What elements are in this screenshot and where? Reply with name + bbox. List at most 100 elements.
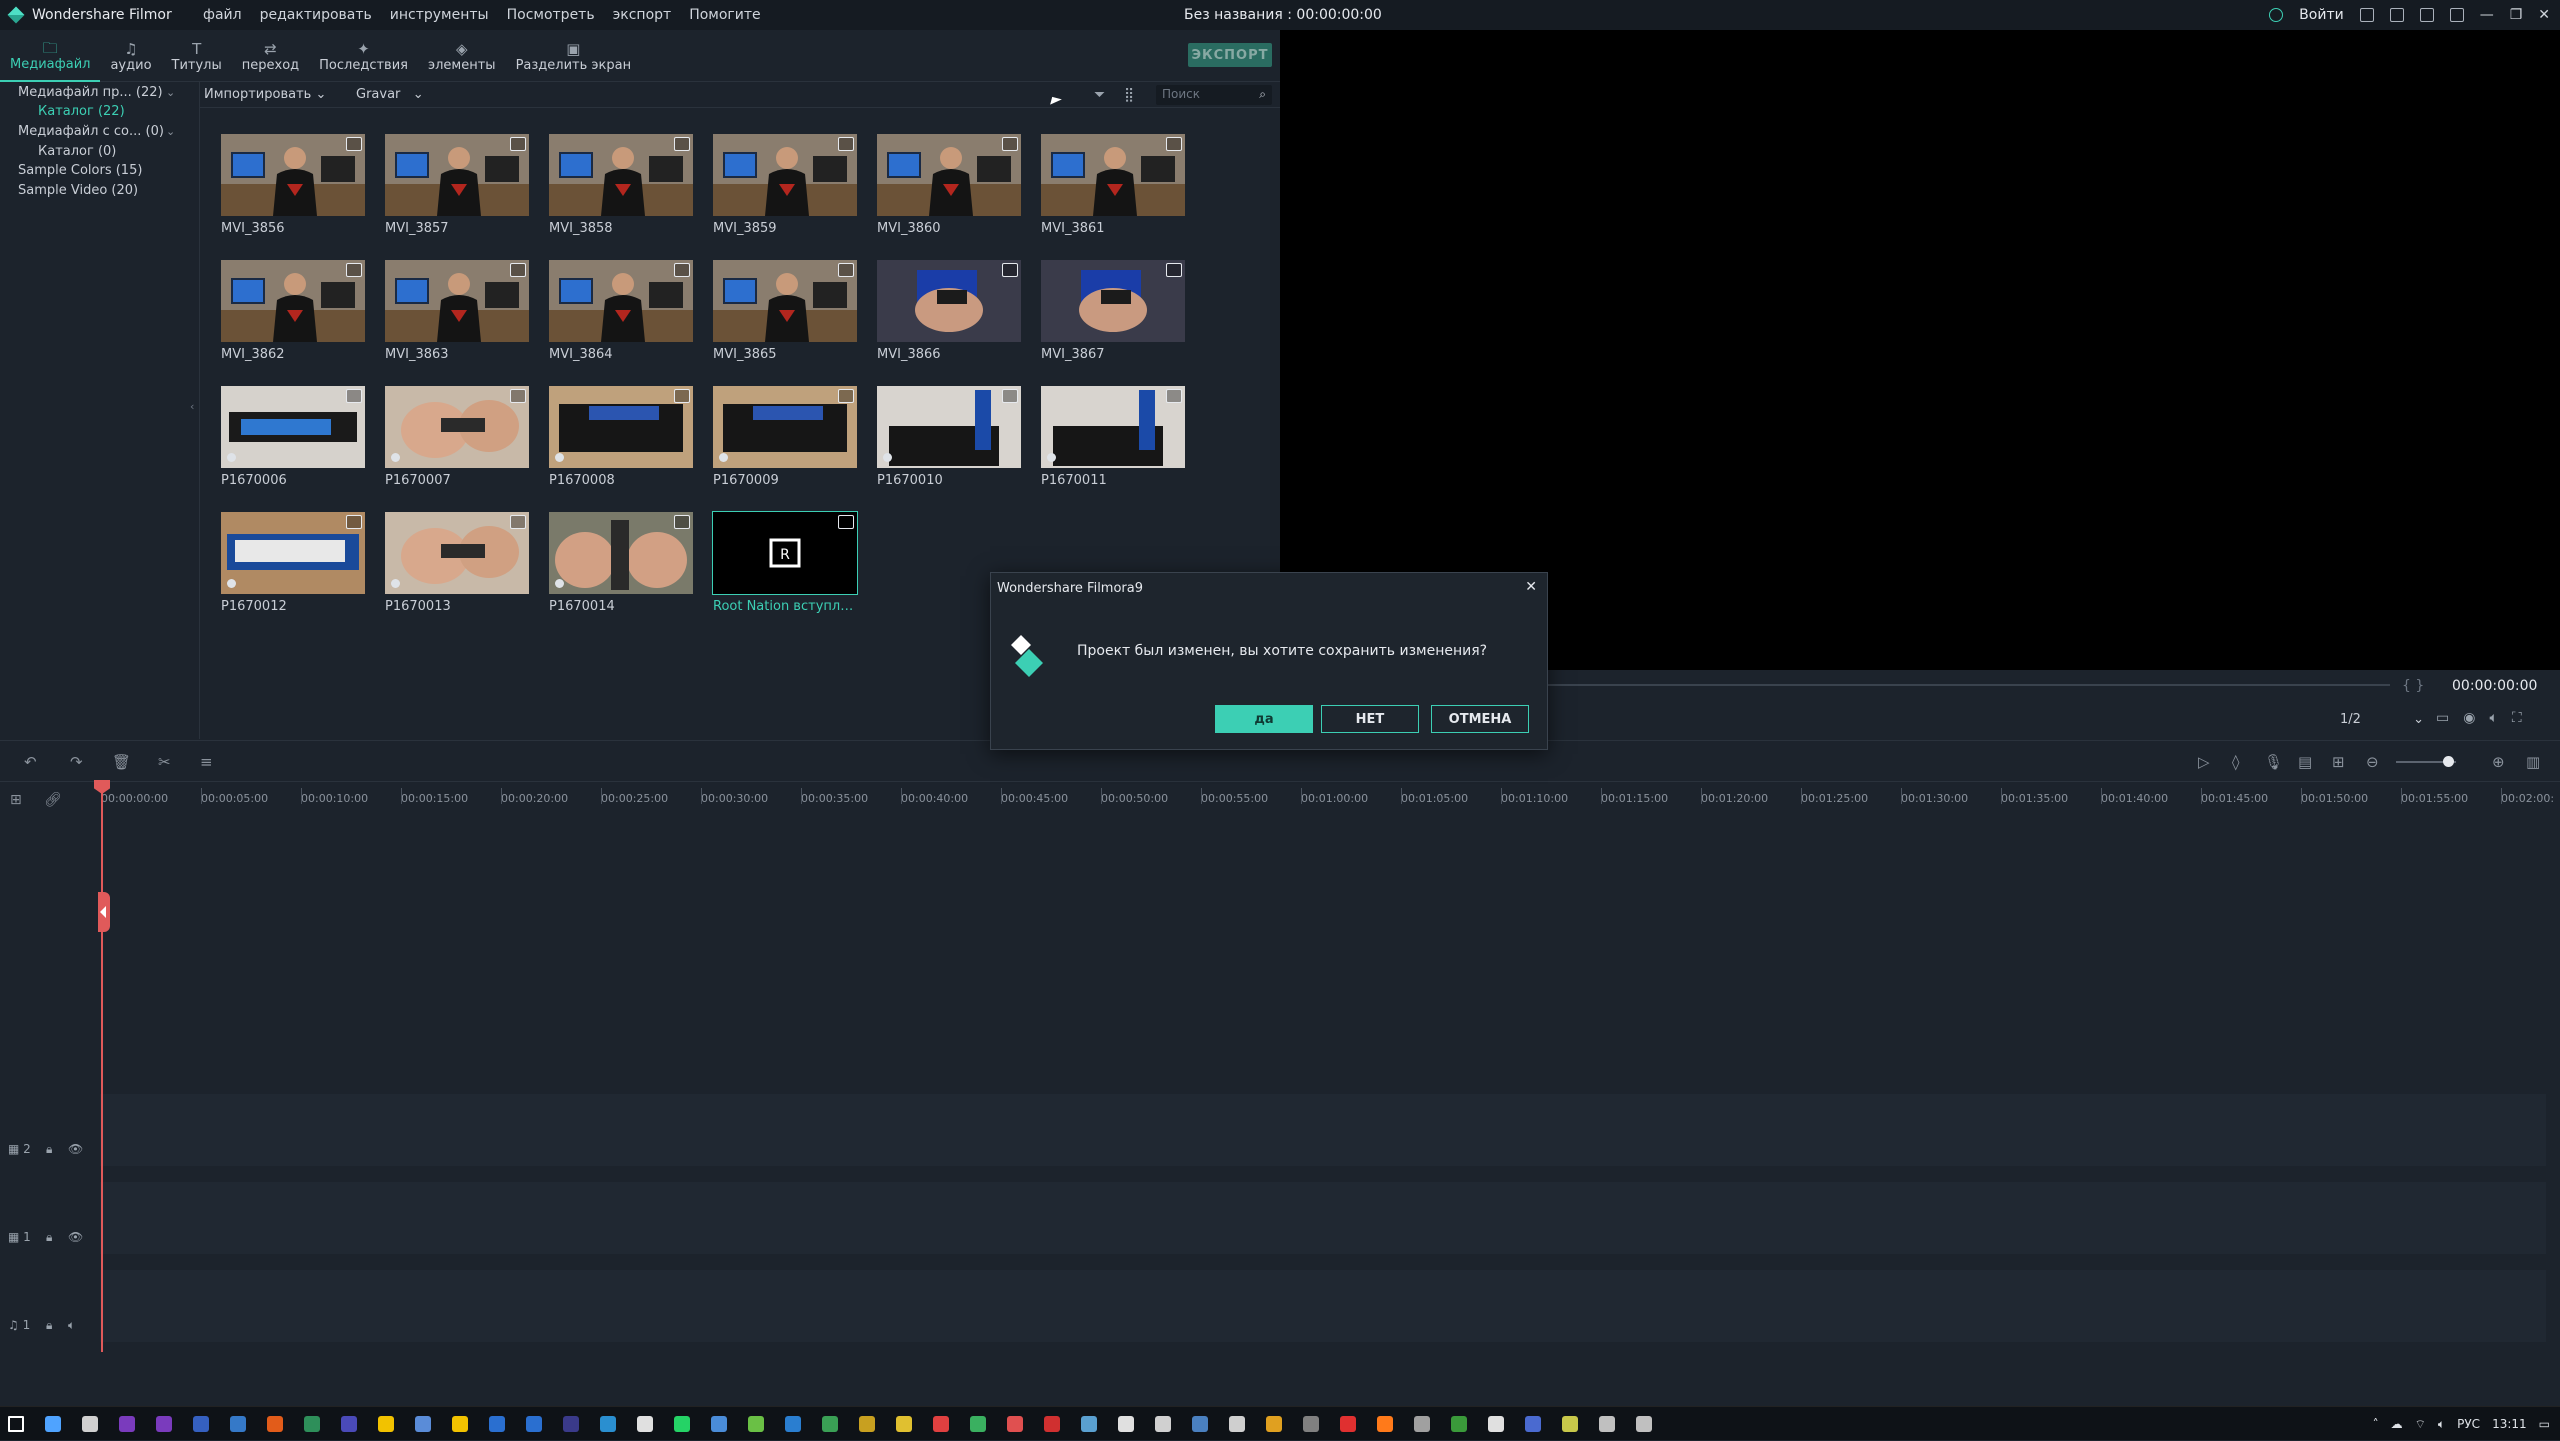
taskbar-app-icon[interactable] bbox=[230, 1416, 246, 1432]
media-clip[interactable]: MVI_3857 bbox=[385, 134, 529, 236]
zoom-slider-knob[interactable] bbox=[2443, 756, 2454, 767]
audio-track-1[interactable] bbox=[100, 1270, 2546, 1342]
lock-icon[interactable]: 🔒︎ bbox=[46, 1142, 52, 1157]
dialog-close-icon[interactable]: ✕ bbox=[1525, 579, 1537, 595]
taskbar-app-icon[interactable] bbox=[1192, 1416, 1208, 1432]
taskbar-app-icon[interactable] bbox=[304, 1416, 320, 1432]
tab-titles[interactable]: T Титулы bbox=[162, 30, 232, 82]
media-clip[interactable]: MVI_3864 bbox=[549, 260, 693, 362]
media-clip[interactable]: P1670007 bbox=[385, 386, 529, 488]
taskbar-app-icon[interactable] bbox=[1340, 1416, 1356, 1432]
record-dropdown[interactable]: Gravar ⌄ bbox=[356, 87, 424, 102]
filter-icon[interactable]: ⏷ bbox=[1094, 87, 1105, 103]
yes-button[interactable]: да bbox=[1215, 705, 1313, 733]
taskbar-app-icon[interactable] bbox=[896, 1416, 912, 1432]
minimize-button[interactable]: — bbox=[2480, 7, 2494, 23]
taskbar-app-icon[interactable] bbox=[526, 1416, 542, 1432]
search-icon[interactable]: ⌕ bbox=[1259, 87, 1266, 102]
media-clip[interactable]: P1670006 bbox=[221, 386, 365, 488]
media-clip[interactable]: R Root Nation вступлени... bbox=[712, 511, 858, 614]
playhead[interactable] bbox=[101, 782, 103, 1396]
taskbar-app-icon[interactable] bbox=[674, 1416, 690, 1432]
library-item-folder-empty[interactable]: Каталог (0) bbox=[38, 144, 116, 159]
export-button[interactable]: ЭКСПОРТ bbox=[1188, 43, 1272, 67]
media-clip[interactable]: MVI_3863 bbox=[385, 260, 529, 362]
snapshot-icon[interactable]: ⊞ bbox=[2332, 753, 2345, 771]
taskbar-app-icon[interactable] bbox=[193, 1416, 209, 1432]
taskbar-app-icon[interactable] bbox=[1229, 1416, 1245, 1432]
volume-icon[interactable]: 🔈︎ bbox=[2489, 710, 2497, 726]
taskbar-app-icon[interactable] bbox=[415, 1416, 431, 1432]
library-item-sample-colors[interactable]: Sample Colors (15) bbox=[18, 163, 142, 178]
media-clip[interactable]: P1670010 bbox=[877, 386, 1021, 488]
media-clip[interactable]: P1670011 bbox=[1041, 386, 1185, 488]
media-clip[interactable]: MVI_3859 bbox=[713, 134, 857, 236]
taskbar-app-icon[interactable] bbox=[119, 1416, 135, 1432]
lock-icon[interactable]: 🔒︎ bbox=[46, 1230, 52, 1245]
taskbar-app-icon[interactable] bbox=[1155, 1416, 1171, 1432]
taskbar-app-icon[interactable] bbox=[82, 1416, 98, 1432]
volume-icon[interactable]: 🔈︎ bbox=[2438, 1417, 2445, 1432]
cut-icon[interactable]: ✂︎ bbox=[158, 753, 171, 771]
taskbar-app-icon[interactable] bbox=[341, 1416, 357, 1432]
taskbar-app-icon[interactable] bbox=[1118, 1416, 1134, 1432]
menu-file[interactable]: файл bbox=[194, 7, 251, 23]
download-icon[interactable] bbox=[2449, 8, 2464, 22]
taskbar-app-icon[interactable] bbox=[711, 1416, 727, 1432]
media-clip[interactable]: MVI_3856 bbox=[221, 134, 365, 236]
tray-chevron-icon[interactable]: ˄ bbox=[2373, 1417, 2379, 1431]
info-icon[interactable] bbox=[2269, 8, 2284, 22]
zoom-in-icon[interactable]: ⊕ bbox=[2492, 753, 2505, 771]
cart-icon[interactable] bbox=[2359, 8, 2374, 22]
display-icon[interactable]: ▭ bbox=[2436, 710, 2449, 726]
notifications-icon[interactable]: ▭ bbox=[2539, 1417, 2550, 1431]
taskbar-app-icon[interactable] bbox=[8, 1416, 24, 1432]
network-icon[interactable]: ☁ bbox=[2391, 1417, 2403, 1431]
media-clip[interactable]: MVI_3860 bbox=[877, 134, 1021, 236]
tab-audio[interactable]: ♫ аудио bbox=[100, 30, 161, 82]
taskbar-app-icon[interactable] bbox=[267, 1416, 283, 1432]
media-clip[interactable]: P1670009 bbox=[713, 386, 857, 488]
language-indicator[interactable]: РУС bbox=[2457, 1417, 2480, 1431]
eye-icon[interactable]: 👁︎ bbox=[68, 1230, 83, 1244]
menu-tools[interactable]: инструменты bbox=[381, 7, 498, 23]
fullscreen-icon[interactable]: ⛶ bbox=[2512, 710, 2522, 726]
taskbar-app-icon[interactable] bbox=[156, 1416, 172, 1432]
taskbar-app-icon[interactable] bbox=[1636, 1416, 1652, 1432]
speaker-icon[interactable]: 🔈︎ bbox=[68, 1318, 75, 1333]
taskbar-app-icon[interactable] bbox=[1266, 1416, 1282, 1432]
video-track-2[interactable] bbox=[100, 1094, 2546, 1166]
media-clip[interactable]: MVI_3862 bbox=[221, 260, 365, 362]
media-clip[interactable]: P1670012 bbox=[221, 512, 365, 614]
tab-media[interactable]: 🗀 Медиафайл bbox=[0, 30, 101, 82]
taskbar-app-icon[interactable] bbox=[489, 1416, 505, 1432]
taskbar-app-icon[interactable] bbox=[637, 1416, 653, 1432]
taskbar-app-icon[interactable] bbox=[1451, 1416, 1467, 1432]
mark-in-out[interactable]: { } bbox=[2402, 678, 2424, 694]
chevron-down-icon[interactable]: ⌄ bbox=[166, 125, 175, 138]
link-icon[interactable]: 🔗︎ bbox=[44, 792, 62, 808]
library-item-project-media[interactable]: Медиафайл пр... (22) bbox=[18, 85, 163, 100]
menu-edit[interactable]: редактировать bbox=[251, 7, 381, 23]
taskbar-app-icon[interactable] bbox=[600, 1416, 616, 1432]
timeline-ruler[interactable]: 00:00:00:00 00:00:05:00 00:00:10:00 00:00:1… bbox=[0, 782, 2560, 812]
adjust-icon[interactable]: ≡ bbox=[200, 753, 213, 771]
mic-icon[interactable]: 🎙︎ bbox=[2264, 753, 2283, 771]
media-clip[interactable]: MVI_3865 bbox=[713, 260, 857, 362]
taskbar-app-icon[interactable] bbox=[1007, 1416, 1023, 1432]
undo-icon[interactable]: ↶ bbox=[24, 753, 37, 771]
tab-elements[interactable]: ◈ элементы bbox=[418, 30, 506, 82]
menu-view[interactable]: Посмотреть bbox=[498, 7, 604, 23]
taskbar-app-icon[interactable] bbox=[1377, 1416, 1393, 1432]
lock-icon[interactable]: 🔒︎ bbox=[46, 1318, 52, 1333]
taskbar-app-icon[interactable] bbox=[1414, 1416, 1430, 1432]
playhead-grip[interactable] bbox=[98, 892, 110, 932]
maximize-button[interactable]: ❐ bbox=[2510, 7, 2523, 23]
taskbar-app-icon[interactable] bbox=[1599, 1416, 1615, 1432]
media-clip[interactable]: MVI_3861 bbox=[1041, 134, 1185, 236]
collapse-arrow-icon[interactable]: ‹ bbox=[190, 400, 194, 413]
login-button[interactable]: Войти bbox=[2299, 7, 2344, 23]
taskbar-app-icon[interactable] bbox=[1303, 1416, 1319, 1432]
taskbar-app-icon[interactable] bbox=[1081, 1416, 1097, 1432]
panel-toggle-icon[interactable]: ▥ bbox=[2526, 753, 2540, 771]
